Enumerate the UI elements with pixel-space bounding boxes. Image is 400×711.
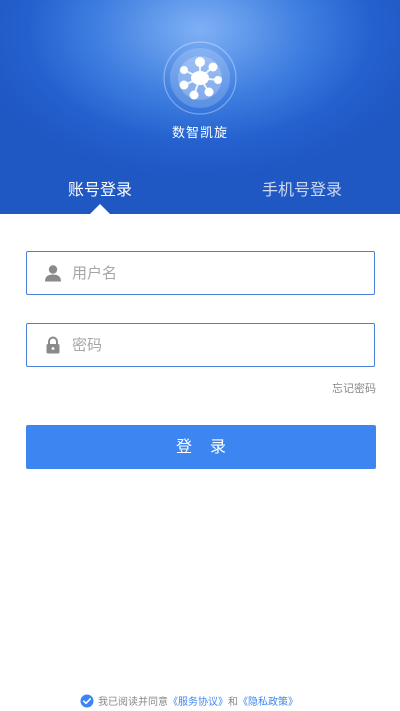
login-button[interactable]: 登录 <box>26 425 376 469</box>
privacy-policy-link[interactable]: 《隐私政策》 <box>238 697 298 708</box>
password-field[interactable] <box>26 323 375 367</box>
check-circle-icon[interactable] <box>80 694 94 708</box>
username-input[interactable] <box>72 252 362 294</box>
service-agreement-link[interactable]: 《服务协议》 <box>168 697 228 708</box>
username-field[interactable] <box>26 251 375 295</box>
agreement-row: 我已阅读并同意《服务协议》和《隐私政策》 <box>80 694 298 711</box>
tab-phone-login[interactable]: 手机号登录 <box>252 178 352 202</box>
forgot-password-link[interactable]: 忘记密码 <box>300 380 376 396</box>
login-page: 数智凯旋 账号登录 手机号登录 忘记密码 登录 我已阅读并同意《服务协议》和《隐… <box>0 0 400 711</box>
login-header: 数智凯旋 账号登录 手机号登录 <box>0 0 400 214</box>
active-tab-indicator <box>90 204 110 214</box>
agreement-text: 我已阅读并同意 <box>98 697 168 708</box>
lock-icon <box>46 336 60 354</box>
app-name: 数智凯旋 <box>171 126 228 141</box>
user-icon <box>45 265 61 282</box>
password-input[interactable] <box>72 324 362 366</box>
app-logo-icon <box>163 41 237 115</box>
agreement-and-text: 和 <box>228 697 238 708</box>
tab-account-login[interactable]: 账号登录 <box>50 178 150 202</box>
